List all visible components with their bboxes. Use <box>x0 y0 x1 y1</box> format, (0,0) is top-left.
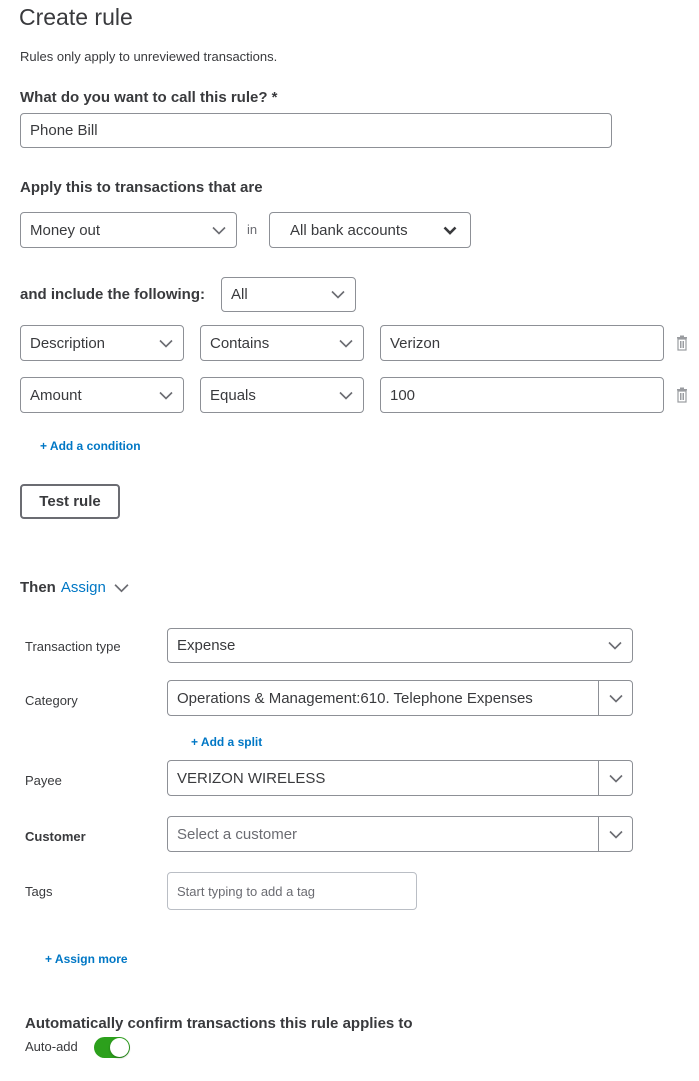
chevron-down-icon <box>321 278 355 311</box>
transaction-type-label: Transaction type <box>25 639 121 654</box>
customer-label: Customer <box>25 829 86 844</box>
chevron-down-icon <box>149 378 183 412</box>
tags-input[interactable]: Start typing to add a tag <box>167 872 417 910</box>
chevron-down-icon[interactable] <box>114 583 129 593</box>
page-subtitle: Rules only apply to unreviewed transacti… <box>20 49 278 64</box>
accounts-dropdown[interactable]: All bank accounts <box>269 212 471 248</box>
include-label: and include the following: <box>20 286 205 303</box>
chevron-down-icon[interactable] <box>598 817 632 851</box>
auto-add-label: Auto-add <box>25 1039 78 1054</box>
chevron-down-icon <box>149 326 183 360</box>
match-dropdown[interactable]: All <box>221 277 356 312</box>
assign-more-link[interactable]: + Assign more <box>45 952 128 966</box>
direction-value: Money out <box>30 221 101 239</box>
category-dropdown[interactable]: Operations & Management:610. Telephone E… <box>167 680 633 716</box>
rule-name-value: Phone Bill <box>30 122 98 139</box>
customer-dropdown[interactable]: Select a customer <box>167 816 633 852</box>
customer-placeholder: Select a customer <box>177 825 298 843</box>
condition-operator-value: Equals <box>210 386 256 404</box>
apply-label: Apply this to transactions that are <box>20 179 263 196</box>
auto-confirm-label: Automatically confirm transactions this … <box>25 1015 413 1032</box>
condition-operator-dropdown[interactable]: Contains <box>200 325 364 361</box>
payee-dropdown[interactable]: VERIZON WIRELESS <box>167 760 633 796</box>
chevron-down-icon[interactable] <box>598 761 632 795</box>
transaction-type-value: Expense <box>177 637 236 654</box>
trash-icon[interactable] <box>676 335 688 351</box>
test-rule-button[interactable]: Test rule <box>20 484 120 519</box>
condition-value-input[interactable]: 100 <box>380 377 664 413</box>
transaction-type-dropdown[interactable]: Expense <box>167 628 633 663</box>
toggle-knob <box>110 1038 129 1057</box>
tags-placeholder: Start typing to add a tag <box>177 883 316 899</box>
condition-field-dropdown[interactable]: Amount <box>20 377 184 413</box>
rule-name-label: What do you want to call this rule? * <box>20 89 278 106</box>
then-action-row: Then Assign <box>20 579 129 596</box>
then-label: Then <box>20 579 56 596</box>
condition-field-value: Amount <box>30 386 82 404</box>
assign-action-link[interactable]: Assign <box>61 579 106 596</box>
condition-value: 100 <box>390 386 416 404</box>
add-split-link[interactable]: + Add a split <box>191 735 262 749</box>
rule-name-input[interactable]: Phone Bill <box>20 113 612 148</box>
add-condition-link[interactable]: + Add a condition <box>40 439 141 453</box>
condition-operator-dropdown[interactable]: Equals <box>200 377 364 413</box>
condition-field-value: Description <box>30 334 106 352</box>
trash-icon[interactable] <box>676 387 688 403</box>
tags-label: Tags <box>25 884 53 899</box>
chevron-down-icon <box>430 213 470 247</box>
condition-field-dropdown[interactable]: Description <box>20 325 184 361</box>
chevron-down-icon <box>329 378 363 412</box>
in-label: in <box>247 222 258 237</box>
condition-value: Verizon <box>390 334 441 352</box>
accounts-value: All bank accounts <box>290 221 408 239</box>
condition-operator-value: Contains <box>210 334 270 352</box>
match-value: All <box>231 286 248 303</box>
chevron-down-icon <box>329 326 363 360</box>
chevron-down-icon <box>202 213 236 247</box>
auto-add-toggle[interactable] <box>94 1037 130 1058</box>
payee-value: VERIZON WIRELESS <box>177 769 326 787</box>
chevron-down-icon <box>598 629 632 662</box>
condition-value-input[interactable]: Verizon <box>380 325 664 361</box>
chevron-down-icon[interactable] <box>598 681 632 715</box>
direction-dropdown[interactable]: Money out <box>20 212 237 248</box>
payee-label: Payee <box>25 773 62 788</box>
page-title: Create rule <box>19 4 133 30</box>
category-label: Category <box>25 693 78 708</box>
category-value: Operations & Management:610. Telephone E… <box>177 689 533 707</box>
